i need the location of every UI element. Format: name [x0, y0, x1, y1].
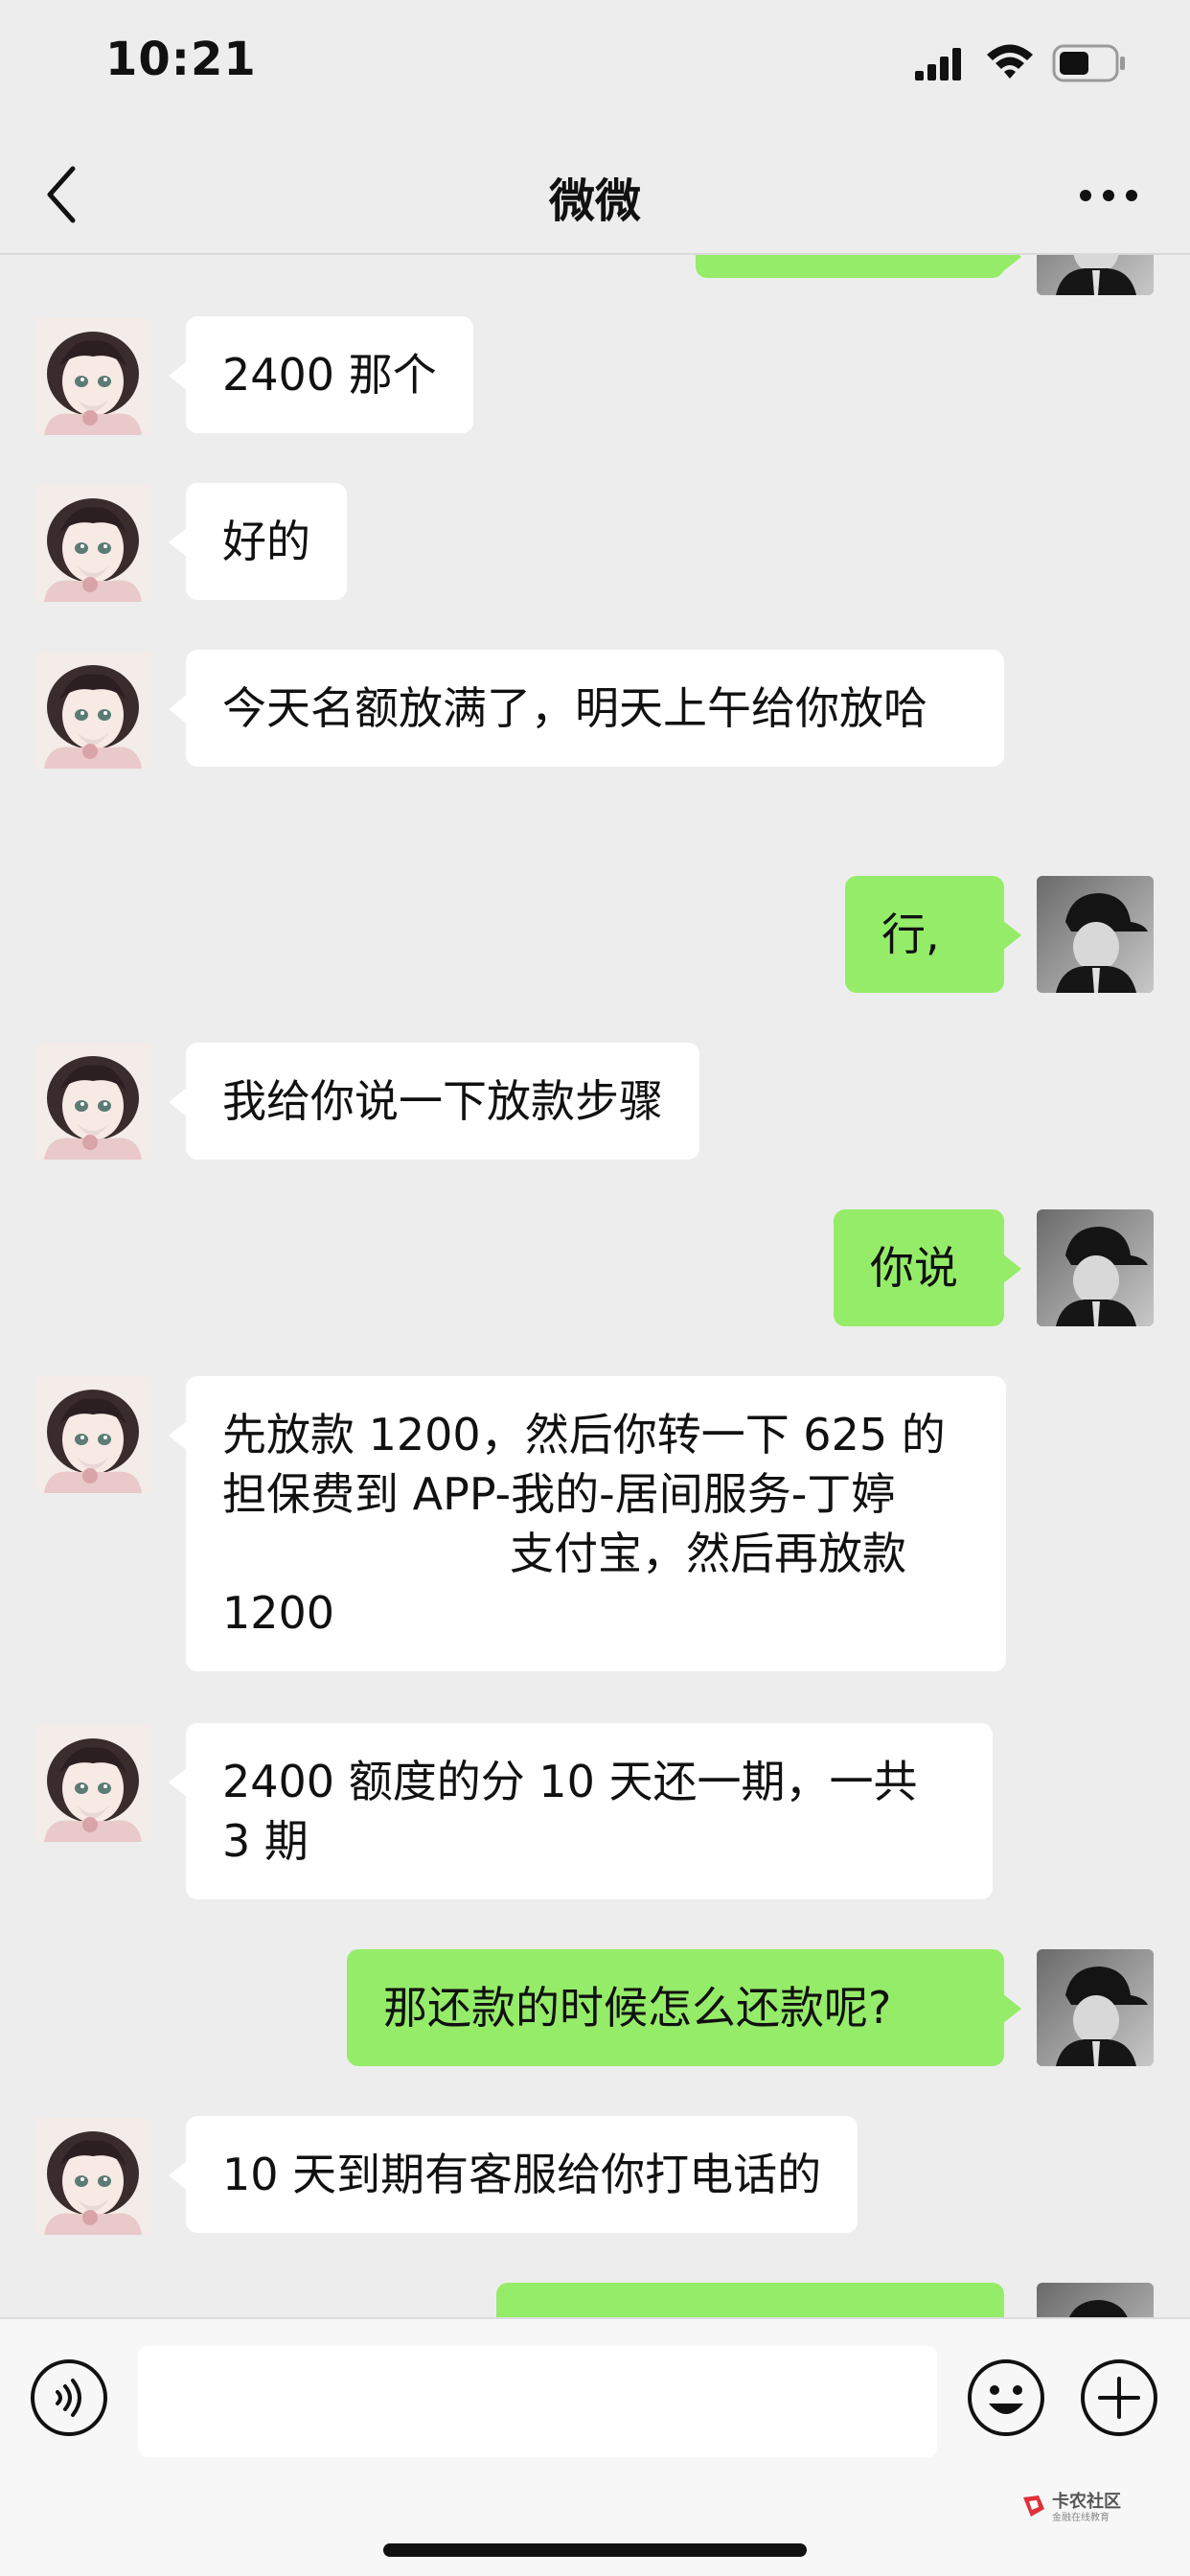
more-icon[interactable]: [1077, 176, 1140, 215]
redacted-area: [222, 1532, 510, 1581]
message-text: 我给你说一下放款步骤: [222, 1075, 663, 1127]
message-input[interactable]: [138, 2346, 937, 2457]
avatar-contact[interactable]: [34, 318, 151, 435]
watermark-logo-icon: [1023, 2496, 1044, 2517]
chat-title: 微微: [548, 174, 641, 228]
message-text: 今天名额放满了，明天上午给你放哈: [222, 682, 927, 734]
message-bubble[interactable]: 2400 那个: [169, 316, 473, 433]
message-bubble[interactable]: 2400 额度的分 10 天还一期，一共 3 期: [169, 1723, 993, 1899]
plus-icon[interactable]: [1079, 2358, 1159, 2438]
message-text: 2400 额度的分 10 天还一期，一共 3 期: [222, 1756, 918, 1867]
avatar-self[interactable]: [1037, 876, 1154, 993]
navbar: 微微: [0, 134, 1190, 255]
signal-icon: [915, 48, 961, 80]
avatar-contact[interactable]: [34, 652, 151, 769]
avatar-self[interactable]: [1037, 1209, 1154, 1326]
message-bubble[interactable]: 好的: [169, 483, 347, 600]
message-text: 你说: [870, 1242, 958, 1294]
message-text: 10 天到期有客服给你打电话的: [222, 2149, 822, 2200]
message-bubble[interactable]: 我给你说一下放款步骤: [169, 1043, 699, 1160]
avatar-contact[interactable]: [34, 2118, 151, 2235]
message-bubble[interactable]: 先放款 1200，然后你转一下 625 的担保费到 APP-我的-居间服务-丁婷…: [169, 1376, 1006, 1671]
avatar-self[interactable]: [1037, 1949, 1154, 2066]
chat-area[interactable]: 2400 那个 好的 今天名额放满了，明天上午给你放哈 行, 我给你说一下放款步…: [0, 255, 1190, 2317]
message-text: 先放款 1200，然后你转一下 625 的担保费到 APP-我的-居间服务-丁婷: [222, 1409, 946, 1520]
message-text: 行,: [881, 908, 940, 960]
status-time: 10:21: [105, 33, 257, 86]
battery-icon: [1052, 44, 1125, 82]
message-bubble[interactable]: 那还款的时候怎么还款呢?: [347, 1949, 1021, 2066]
wifi-icon: [987, 44, 1033, 79]
emoji-icon[interactable]: [966, 2358, 1046, 2438]
message-bubble-partial[interactable]: [696, 255, 1021, 278]
avatar-contact[interactable]: [34, 1376, 151, 1493]
message-text: 2400 那个: [222, 349, 437, 401]
message-bubble[interactable]: 今天名额放满了，明天上午给你放哈: [169, 650, 1004, 767]
avatar-contact[interactable]: [34, 1043, 151, 1160]
avatar-contact[interactable]: [34, 1725, 151, 1842]
message-bubble-partial[interactable]: [496, 2283, 1004, 2317]
voice-icon[interactable]: [29, 2358, 109, 2438]
message-text: 好的: [222, 516, 310, 567]
status-bar: 10:21: [0, 0, 1190, 134]
input-bar: 卡农社区 金融在线教育: [0, 2317, 1190, 2576]
message-text: 那还款的时候怎么还款呢?: [383, 1982, 892, 2034]
avatar-self[interactable]: [1037, 2283, 1154, 2317]
avatar-contact[interactable]: [34, 485, 151, 602]
watermark-subtext: 金融在线教育: [1052, 2513, 1110, 2523]
home-indicator: [383, 2543, 807, 2557]
message-bubble[interactable]: 行,: [845, 876, 1021, 993]
message-bubble[interactable]: 你说: [834, 1209, 1021, 1326]
watermark: 卡农社区 金融在线教育: [1019, 2488, 1134, 2526]
message-bubble[interactable]: 10 天到期有客服给你打电话的: [168, 2116, 858, 2233]
avatar-self[interactable]: [1037, 255, 1154, 295]
